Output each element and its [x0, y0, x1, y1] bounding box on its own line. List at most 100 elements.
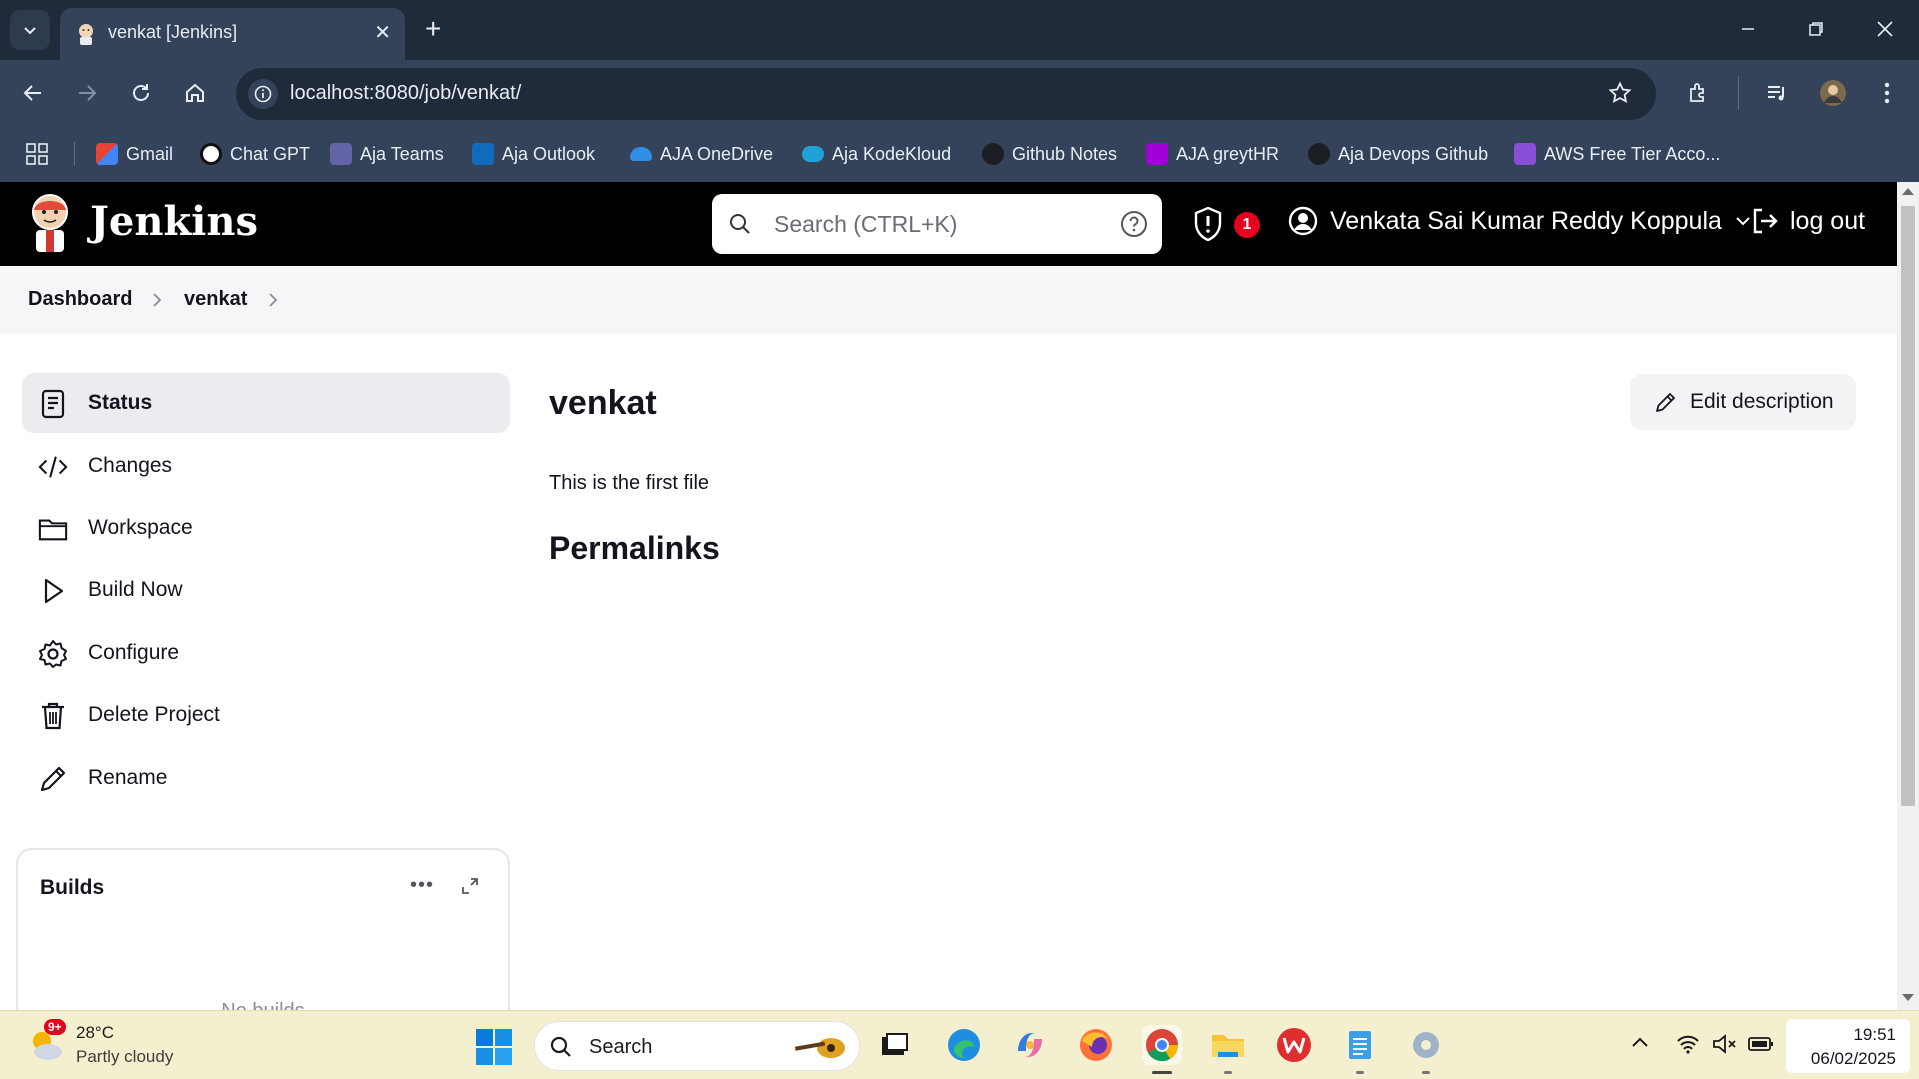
minimize-button[interactable]	[1733, 14, 1763, 44]
bookmark-aja-teams[interactable]: Aja Teams	[330, 140, 444, 168]
taskbar-notepad[interactable]	[1340, 1025, 1380, 1074]
sidebar-item-build-now[interactable]: Build Now	[22, 560, 510, 620]
greythr-icon	[1146, 143, 1168, 165]
tab-close-icon[interactable]: ✕	[374, 22, 391, 44]
user-menu[interactable]: Venkata Sai Kumar Reddy Koppula	[1288, 206, 1752, 236]
browser-menu-button[interactable]	[1872, 78, 1902, 108]
sidebar-item-status[interactable]: Status	[22, 373, 510, 433]
scroll-up-arrow-icon[interactable]	[1902, 188, 1914, 195]
bookmark-label: Gmail	[126, 143, 174, 164]
scroll-down-arrow-icon[interactable]	[1902, 994, 1914, 1001]
bookmark-label: Github Notes	[1012, 143, 1118, 164]
gmail-icon	[96, 143, 118, 165]
chevron-right-icon[interactable]	[266, 292, 280, 308]
bookmark-aja-kodekloud[interactable]: Aja KodeKloud	[802, 140, 951, 168]
sidebar-item-configure[interactable]: Configure	[22, 623, 510, 683]
bookmark-aja-outlook[interactable]: Aja Outlook	[472, 140, 595, 168]
volume-muted-icon[interactable]	[1712, 1033, 1738, 1055]
taskbar-clock[interactable]: 19:51 06/02/2025	[1786, 1019, 1910, 1073]
chevron-down-icon	[24, 27, 36, 35]
edit-description-button[interactable]: Edit description	[1630, 374, 1856, 430]
url-text[interactable]: localhost:8080/job/venkat/	[290, 82, 521, 105]
job-description: This is the first file	[549, 472, 710, 494]
browser-tab-active[interactable]: venkat [Jenkins] ✕	[60, 8, 405, 60]
taskbar-settings-app[interactable]	[1406, 1025, 1446, 1074]
sidebar-item-workspace[interactable]: Workspace	[22, 498, 510, 558]
task-view-icon	[882, 1033, 908, 1055]
bookmark-chatgpt[interactable]: Chat GPT	[200, 140, 310, 168]
notification-badge[interactable]: 1	[1234, 212, 1260, 238]
sidebar-item-rename[interactable]: Rename	[22, 748, 510, 808]
wifi-icon[interactable]	[1676, 1033, 1700, 1055]
close-window-button[interactable]	[1870, 14, 1900, 44]
bookmark-star-icon[interactable]	[1608, 81, 1632, 110]
sidebar-item-delete-project[interactable]: Delete Project	[22, 685, 510, 745]
jenkins-search-box[interactable]: Search (CTRL+K)	[712, 194, 1162, 254]
browser-tab-bar: venkat [Jenkins] ✕ +	[0, 0, 1919, 60]
page-title: venkat	[549, 384, 657, 422]
new-tab-button[interactable]: +	[425, 14, 441, 44]
bookmark-divider	[74, 142, 75, 166]
bookmark-label: Aja Devops Github	[1338, 143, 1489, 164]
running-app-indicator	[1224, 1071, 1232, 1074]
scrollbar-thumb[interactable]	[1901, 206, 1915, 806]
sidebar-item-label: Rename	[88, 766, 168, 789]
tab-search-button[interactable]	[10, 10, 50, 50]
taskbar-copilot[interactable]	[1010, 1025, 1050, 1065]
jenkins-brand[interactable]: Jenkins	[90, 198, 258, 245]
bookmark-aja-onedrive[interactable]: AJA OneDrive	[630, 140, 773, 168]
search-input[interactable]: Search (CTRL+K)	[774, 211, 957, 238]
media-control-button[interactable]	[1762, 78, 1792, 108]
pencil-icon	[38, 764, 68, 794]
temperature[interactable]: 28°C	[76, 1023, 114, 1043]
bookmark-aws-free-tier[interactable]: AWS Free Tier Acco...	[1514, 140, 1720, 168]
windows-start-icon[interactable]	[476, 1029, 512, 1065]
profile-avatar[interactable]	[1818, 78, 1848, 108]
close-icon	[1877, 21, 1893, 37]
logout-button[interactable]: log out	[1750, 206, 1865, 236]
restore-button[interactable]	[1801, 14, 1831, 44]
weather-condition[interactable]: Partly cloudy	[76, 1047, 173, 1067]
breadcrumb-venkat[interactable]: venkat	[184, 288, 247, 311]
more-horizontal-icon[interactable]: •••	[410, 874, 434, 897]
bookmark-gmail[interactable]: Gmail	[96, 140, 173, 168]
home-button[interactable]	[180, 78, 210, 108]
clock-time: 19:51	[1853, 1025, 1896, 1044]
bookmark-github-notes[interactable]: Github Notes	[982, 140, 1117, 168]
address-bar[interactable]: localhost:8080/job/venkat/	[236, 68, 1656, 120]
bookmark-aja-devops-github[interactable]: Aja Devops Github	[1308, 140, 1488, 168]
reload-button[interactable]	[126, 78, 156, 108]
battery-icon[interactable]	[1748, 1033, 1774, 1055]
extensions-button[interactable]	[1684, 78, 1714, 108]
jenkins-header: Jenkins Search (CTRL+K) 1 Venkata Sai Ku…	[0, 182, 1897, 266]
help-icon[interactable]	[1120, 210, 1148, 238]
taskbar-search[interactable]: Search	[534, 1021, 860, 1071]
bookmark-label: Chat GPT	[230, 143, 311, 164]
show-hidden-icons-chevron-up-icon[interactable]	[1630, 1033, 1650, 1053]
site-info-icon[interactable]	[248, 79, 278, 109]
back-button[interactable]	[18, 78, 48, 108]
security-shield-icon[interactable]	[1192, 206, 1224, 242]
pencil-icon	[1656, 393, 1675, 412]
taskbar-task-view[interactable]	[874, 1025, 914, 1065]
taskbar-edge[interactable]	[944, 1025, 984, 1065]
taskbar-wps-office[interactable]	[1274, 1025, 1314, 1065]
search-icon	[730, 214, 750, 234]
forward-button[interactable]	[72, 78, 102, 108]
breadcrumb: Dashboard venkat	[0, 266, 1897, 334]
aws-cube-icon	[1514, 143, 1536, 165]
breadcrumb-dashboard[interactable]: Dashboard	[28, 288, 132, 311]
jenkins-logo-icon[interactable]	[28, 192, 72, 254]
taskbar-firefox[interactable]	[1076, 1025, 1116, 1065]
apps-grid-icon	[26, 143, 48, 165]
sidebar-item-label: Configure	[88, 641, 180, 664]
apps-button[interactable]	[26, 140, 48, 168]
bookmark-aja-greythr[interactable]: AJA greytHR	[1146, 140, 1279, 168]
taskbar-chrome[interactable]	[1142, 1025, 1182, 1074]
github-icon	[1308, 143, 1330, 165]
logout-label: log out	[1790, 206, 1866, 235]
expand-icon[interactable]	[460, 876, 480, 896]
sidebar-item-changes[interactable]: Changes	[22, 436, 510, 496]
taskbar-file-explorer[interactable]	[1208, 1025, 1248, 1074]
page-scrollbar[interactable]	[1897, 182, 1919, 1010]
